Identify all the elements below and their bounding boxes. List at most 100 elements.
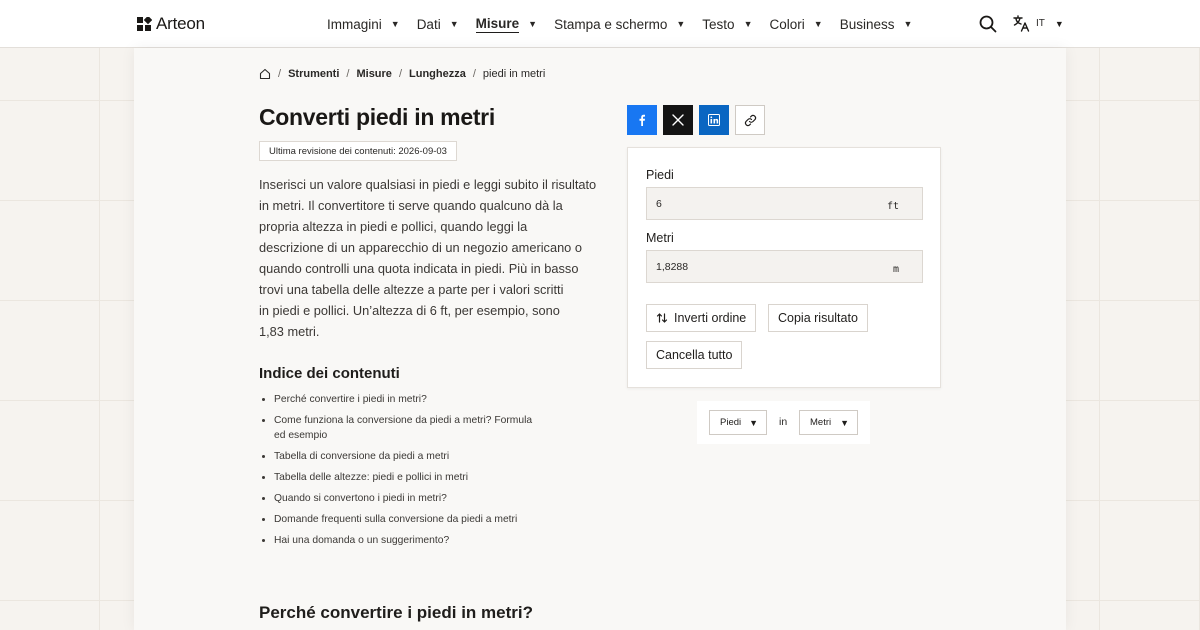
nav-item-label: Testo bbox=[702, 16, 735, 32]
caret-down-icon: ▼ bbox=[813, 19, 823, 29]
intro-paragraph: Inserisci un valore qualsiasi in piedi e… bbox=[259, 174, 604, 342]
toc-item-label: Quando si convertono i piedi in metri? bbox=[274, 493, 447, 504]
nav-item-label: Colori bbox=[769, 16, 805, 32]
clear-all-button[interactable]: Cancella tutto bbox=[646, 341, 743, 369]
caret-down-icon: ▼ bbox=[676, 19, 686, 29]
breadcrumb-separator: / bbox=[278, 68, 282, 80]
feet-unit: ft bbox=[886, 201, 899, 212]
logo[interactable]: Arteon bbox=[137, 14, 205, 34]
share-facebook-button[interactable] bbox=[627, 105, 657, 135]
nav-item-label: Business bbox=[839, 16, 895, 32]
nav-item-dati[interactable]: Dati ▼ bbox=[417, 0, 459, 48]
revision-badge: Ultima revisione dei contenuti: 2026-09-… bbox=[259, 141, 457, 161]
meters-label: Metri bbox=[646, 231, 674, 245]
caret-down-icon: ▼ bbox=[1054, 18, 1064, 29]
toc-item-label: ed esempio bbox=[274, 430, 328, 441]
translate-icon bbox=[1013, 15, 1030, 32]
meters-input[interactable]: 1,8288 m bbox=[646, 250, 923, 283]
section-title: Perché convertire i piedi in metri? bbox=[259, 603, 533, 622]
toc-item[interactable]: Hai una domanda o un suggerimento? bbox=[259, 533, 559, 548]
from-unit-value: Piedi bbox=[720, 417, 742, 428]
home-icon[interactable] bbox=[259, 68, 271, 80]
to-unit-value: Metri bbox=[810, 417, 832, 428]
nav-item-label: Dati bbox=[416, 16, 441, 32]
toc-item[interactable]: Tabella delle altezze: piedi e pollici i… bbox=[259, 470, 559, 485]
unit-in-label: in bbox=[779, 416, 788, 428]
copy-result-label: Copia risultato bbox=[778, 311, 858, 325]
nav-item-stampa-e-schermo[interactable]: Stampa e schermo ▼ bbox=[554, 0, 685, 48]
language-selector[interactable]: IT ▼ bbox=[1013, 15, 1064, 32]
toc-item[interactable]: Tabella di conversione da piedi a metri bbox=[259, 449, 559, 464]
toc-item-label: Perché convertire i piedi in metri? bbox=[274, 394, 427, 405]
share-x-button[interactable] bbox=[663, 105, 693, 135]
toc-item[interactable]: Quando si convertono i piedi in metri? bbox=[259, 491, 559, 506]
language-code: IT bbox=[1036, 18, 1045, 29]
intro-line: propria altezza in piedi e pollici, quan… bbox=[259, 219, 528, 234]
toc-title: Indice dei contenuti bbox=[259, 365, 400, 382]
caret-down-icon: ▼ bbox=[743, 19, 753, 29]
unit-selector: Piedi ▼ in Metri ▼ bbox=[697, 401, 870, 444]
toc-item[interactable]: Come funziona la conversione da piedi a … bbox=[259, 413, 559, 443]
copy-link-button[interactable] bbox=[735, 105, 765, 135]
toc-item-label: Tabella delle altezze: piedi e pollici i… bbox=[274, 472, 469, 483]
main-nav: Immagini ▼ Dati ▼ Misure ▼ Stampa e sche… bbox=[327, 0, 929, 48]
nav-item-business[interactable]: Business ▼ bbox=[840, 0, 913, 48]
breadcrumb-separator: / bbox=[398, 68, 402, 80]
logo-icon bbox=[137, 16, 152, 31]
search-icon[interactable] bbox=[979, 15, 999, 35]
intro-line: in piedi e pollici. Un’altezza di 6 ft, … bbox=[259, 303, 560, 318]
breadcrumb-separator: / bbox=[346, 68, 350, 80]
feet-label: Piedi bbox=[646, 168, 674, 182]
feet-input[interactable]: 6 ft bbox=[646, 187, 923, 220]
swap-button[interactable]: Inverti ordine bbox=[646, 304, 757, 332]
nav-item-colori[interactable]: Colori ▼ bbox=[770, 0, 823, 48]
caret-down-icon: ▼ bbox=[749, 417, 758, 428]
from-unit-select[interactable]: Piedi ▼ bbox=[709, 410, 767, 435]
nav-item-misure[interactable]: Misure ▼ bbox=[475, 0, 538, 48]
meters-unit: m bbox=[892, 264, 899, 275]
link-icon bbox=[744, 114, 756, 126]
brand-name: Arteon bbox=[156, 14, 205, 33]
intro-line: 1,83 metri. bbox=[259, 324, 320, 339]
swap-icon bbox=[656, 313, 668, 323]
clear-all-label: Cancella tutto bbox=[656, 348, 733, 362]
nav-item-testo[interactable]: Testo ▼ bbox=[702, 0, 752, 48]
facebook-icon bbox=[639, 114, 645, 126]
breadcrumb-current: piedi in metri bbox=[482, 68, 546, 80]
toc-item[interactable]: Domande frequenti sulla conversione da p… bbox=[259, 512, 559, 527]
converter-card: Piedi 6 ft Metri 1,8288 m Inverti ordine… bbox=[627, 147, 941, 388]
caret-down-icon: ▼ bbox=[840, 417, 849, 428]
caret-down-icon: ▼ bbox=[528, 19, 538, 29]
linkedin-icon bbox=[708, 114, 720, 126]
breadcrumb-separator: / bbox=[472, 68, 476, 80]
page-title: Converti piedi in metri bbox=[259, 104, 495, 130]
nav-item-label: Stampa e schermo bbox=[554, 16, 668, 32]
x-icon bbox=[672, 114, 684, 126]
breadcrumb-strumenti[interactable]: Strumenti bbox=[288, 68, 339, 80]
toc-item-label: Tabella di conversione da piedi a metri bbox=[274, 451, 450, 462]
caret-down-icon: ▼ bbox=[390, 19, 400, 29]
nav-item-label: Misure bbox=[475, 15, 520, 33]
swap-button-label: Inverti ordine bbox=[674, 311, 747, 325]
toc-item-label: Hai una domanda o un suggerimento? bbox=[274, 535, 450, 546]
breadcrumb-misure[interactable]: Misure bbox=[356, 68, 391, 80]
caret-down-icon: ▼ bbox=[449, 19, 459, 29]
intro-line: quando controlli una quota indicata in p… bbox=[259, 261, 579, 276]
meters-value: 1,8288 bbox=[656, 261, 689, 273]
toc-item[interactable]: Perché convertire i piedi in metri? bbox=[259, 392, 559, 407]
toc-item-label: Domande frequenti sulla conversione da p… bbox=[274, 514, 518, 525]
intro-line: descrizione di un apparecchio di un nego… bbox=[259, 240, 582, 255]
breadcrumb-lunghezza[interactable]: Lunghezza bbox=[409, 68, 466, 80]
intro-line: trovi una tabella delle altezze a parte … bbox=[259, 282, 564, 297]
intro-line: Inserisci un valore qualsiasi in piedi e… bbox=[259, 177, 597, 192]
copy-result-button[interactable]: Copia risultato bbox=[768, 304, 868, 332]
caret-down-icon: ▼ bbox=[903, 19, 913, 29]
nav-item-immagini[interactable]: Immagini ▼ bbox=[327, 0, 400, 48]
feet-value: 6 bbox=[656, 198, 662, 210]
share-linkedin-button[interactable] bbox=[699, 105, 729, 135]
to-unit-select[interactable]: Metri ▼ bbox=[799, 410, 858, 435]
breadcrumb: / Strumenti / Misure / Lunghezza / piedi… bbox=[259, 68, 545, 80]
share-buttons bbox=[627, 105, 765, 135]
nav-item-label: Immagini bbox=[327, 16, 382, 32]
intro-line: in metri. Il convertitore ti serve quand… bbox=[259, 198, 563, 213]
